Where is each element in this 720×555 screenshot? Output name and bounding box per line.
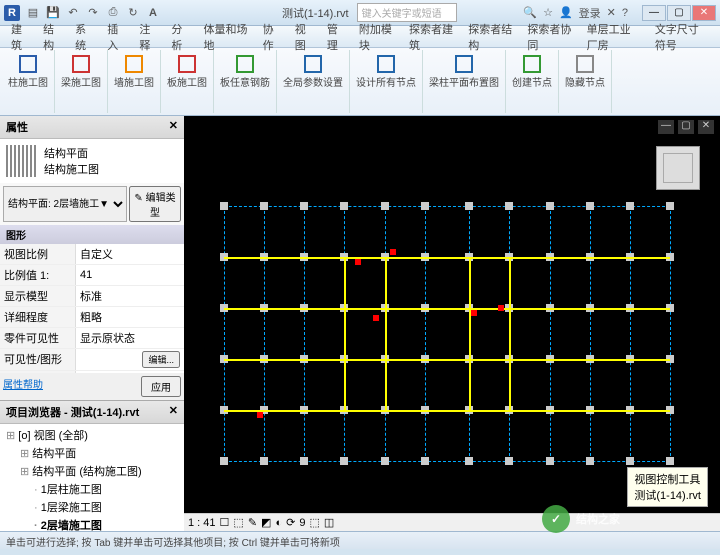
tree-node[interactable]: 2层墙施工图 (2, 516, 182, 531)
ribbon-btn-5[interactable]: 全局参数设置 (279, 50, 347, 91)
viewbar-icon[interactable]: ⬚ (309, 516, 319, 529)
type-selector[interactable]: 结构平面: 2层墙施工▼ (3, 186, 127, 222)
prop-row[interactable]: 视图比例自定义 (0, 244, 184, 265)
prop-row[interactable]: 零件可见性显示原状态 (0, 328, 184, 349)
viewbar-icon[interactable]: ◐ (275, 517, 282, 529)
status-bar: 单击可进行选择; 按 Tab 键并单击可选择其他项目; 按 Ctrl 键并单击可… (0, 531, 720, 549)
properties-help-link[interactable]: 属性帮助 (3, 376, 43, 397)
prop-edit-button[interactable]: 编辑... (142, 351, 180, 368)
ribbon-btn-4[interactable]: 板任意钢筋 (216, 50, 274, 91)
ribbon-tabs: 建筑结构系统插入注释分析体量和场地协作视图管理附加模块探索者建筑探索者结构探索者… (0, 26, 720, 48)
viewbar-icon[interactable]: ✎ (248, 516, 257, 529)
user-icon[interactable]: 👤 (559, 6, 573, 19)
property-group-header[interactable]: 图形 (0, 225, 184, 244)
properties-grid: 图形 视图比例自定义比例值 1:41显示模型标准详细程度粗略零件可见性显示原状态… (0, 225, 184, 373)
properties-close-icon[interactable]: ✕ (169, 119, 178, 135)
ribbon-btn-1[interactable]: 梁施工图 (57, 50, 105, 91)
viewbar-icon[interactable]: ⟳ (286, 516, 295, 529)
prop-row[interactable]: 可见性/图形编辑... (0, 349, 184, 371)
properties-title: 属性 (6, 119, 28, 135)
apply-button[interactable]: 应用 (141, 376, 181, 397)
view-close-icon[interactable]: ✕ (698, 120, 714, 134)
ribbon-btn-6[interactable]: 设计所有节点 (352, 50, 420, 91)
binoculars-icon[interactable]: 🔍 (523, 6, 537, 19)
viewbar-icon[interactable]: ◩ (261, 516, 271, 529)
help-icon[interactable]: ? (622, 7, 628, 19)
tree-node[interactable]: 结构平面 (结构施工图) (2, 462, 182, 480)
viewbar-icon[interactable]: 9 (299, 517, 305, 529)
viewbar-icon[interactable]: ☐ (220, 516, 230, 529)
floor-plan (224, 206, 670, 461)
watermark: ✓ 结构之家 (542, 505, 620, 533)
prop-row[interactable]: 详细程度粗略 (0, 307, 184, 328)
ribbon-btn-0[interactable]: 柱施工图 (4, 50, 52, 91)
prop-row[interactable]: 比例值 1:41 (0, 265, 184, 286)
ribbon-btn-9[interactable]: 隐藏节点 (561, 50, 609, 91)
tree-node[interactable]: 1层梁施工图 (2, 498, 182, 516)
exchange-icon[interactable]: ✕ (607, 6, 616, 19)
tree-node[interactable]: [o] 视图 (全部) (2, 426, 182, 444)
view-control-bar: 1 : 41 ☐⬚✎◩◐⟳9⬚◫ (184, 513, 720, 531)
tree-node[interactable]: 1层柱施工图 (2, 480, 182, 498)
project-tree: [o] 视图 (全部)结构平面结构平面 (结构施工图)1层柱施工图1层梁施工图2… (0, 424, 184, 531)
star-icon[interactable]: ☆ (543, 6, 553, 19)
viewbar-icon[interactable]: ⬚ (233, 516, 243, 529)
viewbar-icon[interactable]: ◫ (324, 516, 334, 529)
type-preview-icon (6, 145, 38, 177)
ribbon-btn-2[interactable]: 墙施工图 (110, 50, 158, 91)
view-tooltip: 视图控制工具 测试(1-14).rvt (627, 467, 708, 507)
type-name: 结构平面 结构施工图 (44, 145, 99, 177)
ribbon-btn-7[interactable]: 梁柱平面布置图 (425, 50, 503, 91)
ribbon-btn-3[interactable]: 板施工图 (163, 50, 211, 91)
view-max-icon[interactable]: ▢ (678, 120, 694, 134)
edit-type-button[interactable]: ✎ 编辑类型 (129, 186, 181, 222)
browser-title: 项目浏览器 - 测试(1-14).rvt (6, 404, 139, 420)
browser-close-icon[interactable]: ✕ (169, 404, 178, 420)
prop-row[interactable]: 图形显示选项编辑... (0, 371, 184, 373)
drawing-canvas[interactable]: — ▢ ✕ 视图控制工具 测试(1-14).rvt 1 : 41 ☐⬚✎◩◐⟳9… (184, 116, 720, 531)
view-cube[interactable] (656, 146, 700, 190)
view-scale[interactable]: 1 : 41 (188, 517, 216, 529)
tab-15[interactable]: 文字尺寸符号 (648, 19, 716, 55)
ribbon-panel: 柱施工图梁施工图墙施工图板施工图板任意钢筋全局参数设置设计所有节点梁柱平面布置图… (0, 48, 720, 116)
prop-row[interactable]: 显示模型标准 (0, 286, 184, 307)
tree-node[interactable]: 结构平面 (2, 444, 182, 462)
wechat-icon: ✓ (542, 505, 570, 533)
ribbon-btn-8[interactable]: 创建节点 (508, 50, 556, 91)
view-min-icon[interactable]: — (658, 120, 674, 134)
